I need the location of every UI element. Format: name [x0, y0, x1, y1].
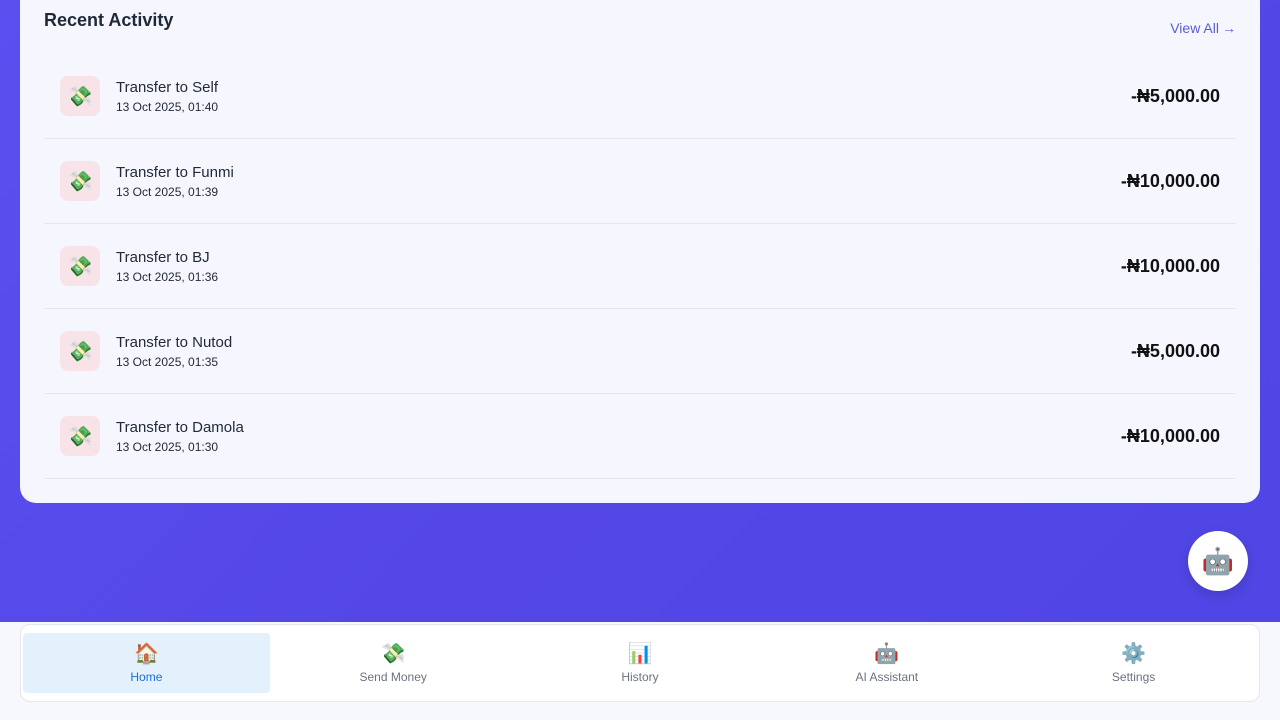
- transaction-date: 13 Oct 2025, 01:40: [116, 99, 219, 114]
- transaction-list: 💸 Transfer to Self 13 Oct 2025, 01:40 -₦…: [44, 54, 1236, 479]
- transaction-name: Transfer to BJ: [116, 248, 210, 266]
- view-all-label: View All: [1170, 20, 1219, 36]
- bar-chart-icon: 📊: [627, 642, 653, 665]
- transaction-row[interactable]: 💸 Transfer to Funmi 13 Oct 2025, 01:39 -…: [44, 139, 1236, 224]
- transaction-amount: -₦10,000.00: [1120, 425, 1220, 446]
- recent-activity-card: Recent Activity View All → 💸 Transfer to …: [20, 0, 1260, 503]
- section-title: Recent Activity: [44, 10, 174, 30]
- transaction-row[interactable]: 💸 Transfer to BJ 13 Oct 2025, 01:36 -₦10…: [44, 224, 1236, 309]
- transaction-name: Transfer to Funmi: [116, 163, 234, 181]
- nav-item-ai-assistant[interactable]: 🤖 AI Assistant: [763, 633, 1010, 693]
- robot-icon: 🤖: [1201, 545, 1235, 576]
- money-transfer-icon: 💸: [60, 246, 100, 286]
- transaction-amount: -₦5,000.00: [1130, 340, 1220, 361]
- transaction-amount: -₦10,000.00: [1120, 255, 1220, 276]
- nav-item-history[interactable]: 📊 History: [517, 633, 764, 693]
- money-transfer-icon: 💸: [60, 416, 100, 456]
- transaction-name: Transfer to Damola: [116, 418, 244, 436]
- money-transfer-icon: 💸: [380, 642, 406, 665]
- nav-label: Home: [130, 669, 163, 684]
- gear-icon: ⚙️: [1121, 642, 1147, 665]
- transaction-date: 13 Oct 2025, 01:39: [116, 184, 219, 199]
- nav-item-home[interactable]: 🏠 Home: [23, 633, 270, 693]
- nav-label: History: [621, 669, 659, 684]
- robot-icon: 🤖: [874, 642, 900, 665]
- transaction-name: Transfer to Nutod: [116, 333, 233, 351]
- transaction-row[interactable]: 💸 Transfer to Damola 13 Oct 2025, 01:30 …: [44, 394, 1236, 479]
- ai-assistant-fab[interactable]: 🤖: [1188, 531, 1248, 591]
- nav-label: Send Money: [359, 669, 427, 684]
- transaction-name: Transfer to Self: [116, 78, 218, 96]
- transaction-date: 13 Oct 2025, 01:35: [116, 354, 219, 369]
- arrow-right-icon: →: [1222, 20, 1236, 36]
- house-icon: 🏠: [133, 642, 159, 665]
- transaction-date: 13 Oct 2025, 01:30: [116, 439, 219, 454]
- transaction-amount: -₦5,000.00: [1130, 85, 1220, 106]
- transaction-row[interactable]: 💸 Transfer to Self 13 Oct 2025, 01:40 -₦…: [44, 54, 1236, 139]
- money-transfer-icon: 💸: [60, 331, 100, 371]
- nav-label: AI Assistant: [855, 669, 919, 684]
- nav-item-settings[interactable]: ⚙️ Settings: [1010, 633, 1257, 693]
- view-all-link[interactable]: View All →: [1170, 20, 1236, 36]
- transaction-row[interactable]: 💸 Transfer to Nutod 13 Oct 2025, 01:35 -…: [44, 309, 1236, 394]
- transaction-date: 13 Oct 2025, 01:36: [116, 269, 219, 284]
- money-transfer-icon: 💸: [60, 161, 100, 201]
- nav-item-send-money[interactable]: 💸 Send Money: [270, 633, 517, 693]
- money-transfer-icon: 💸: [60, 76, 100, 116]
- bottom-nav: 🏠 Home 💸 Send Money 📊 History 🤖 AI Assis…: [20, 624, 1260, 702]
- transaction-amount: -₦10,000.00: [1120, 170, 1220, 191]
- nav-label: Settings: [1111, 669, 1156, 684]
